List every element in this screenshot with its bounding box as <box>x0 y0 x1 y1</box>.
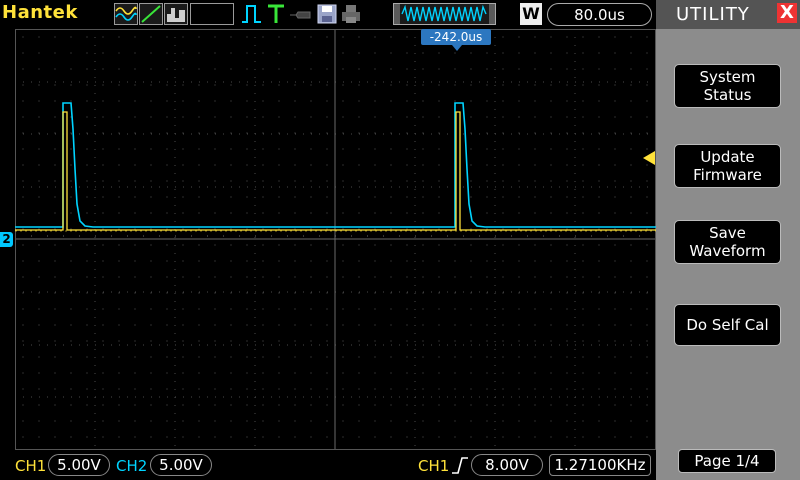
status-blank-box <box>190 3 234 25</box>
update-firmware-button[interactable]: Update Firmware <box>674 144 781 188</box>
graticule <box>15 29 656 450</box>
save-disk-icon[interactable] <box>316 3 338 25</box>
trigger-level-marker <box>643 151 655 165</box>
button-line1: Do Self Cal <box>686 316 769 334</box>
menu-title-text: UTILITY <box>676 4 750 25</box>
bottom-status-bar: CH1 5.00V CH2 5.00V CH1 8.00V 1.27100KHz <box>0 450 656 480</box>
button-line2: Firmware <box>693 166 762 184</box>
timebase-readout[interactable]: 80.0us <box>547 3 652 26</box>
trigger-source-label: CH1 <box>418 457 450 475</box>
trigger-level[interactable]: 8.00V <box>471 454 543 476</box>
page-indicator-button[interactable]: Page 1/4 <box>678 449 776 473</box>
pulse-icon[interactable] <box>240 3 264 25</box>
save-waveform-button[interactable]: Save Waveform <box>674 220 781 264</box>
ch2-scale[interactable]: 5.00V <box>150 454 212 476</box>
trigger-t-icon[interactable] <box>266 3 286 25</box>
button-line2: Status <box>703 86 752 104</box>
ch1-scale[interactable]: 5.00V <box>48 454 110 476</box>
ch2-ground-marker: 2 <box>0 232 13 247</box>
utility-menu-panel: UTILITY X System Status Update Firmware … <box>656 0 800 480</box>
button-line1: System <box>699 68 756 86</box>
top-status-bar: Hantek W 80.0us <box>0 0 656 29</box>
ch1-label: CH1 <box>15 457 47 475</box>
system-status-button[interactable]: System Status <box>674 64 781 108</box>
slope-icon[interactable] <box>139 3 163 25</box>
waveform-mode-icon[interactable] <box>114 3 138 25</box>
probe-icon <box>288 3 314 25</box>
window-mode-badge[interactable]: W <box>520 3 542 25</box>
ch2-label: CH2 <box>116 457 148 475</box>
button-line1: Update <box>700 148 755 166</box>
brand-logo: Hantek <box>2 2 78 23</box>
frequency-readout: 1.27100KHz <box>549 454 651 476</box>
memory-waveform-icon <box>393 3 496 25</box>
trigger-position-marker: -242.0us <box>421 29 491 51</box>
close-icon[interactable]: X <box>777 3 797 23</box>
button-line2: Waveform <box>689 242 766 260</box>
print-icon[interactable] <box>340 3 362 25</box>
do-self-cal-button[interactable]: Do Self Cal <box>674 304 781 346</box>
button-line1: Save <box>709 224 746 242</box>
waveform-display <box>15 29 656 450</box>
rising-edge-icon <box>451 455 469 479</box>
acquire-icon[interactable] <box>164 3 188 25</box>
